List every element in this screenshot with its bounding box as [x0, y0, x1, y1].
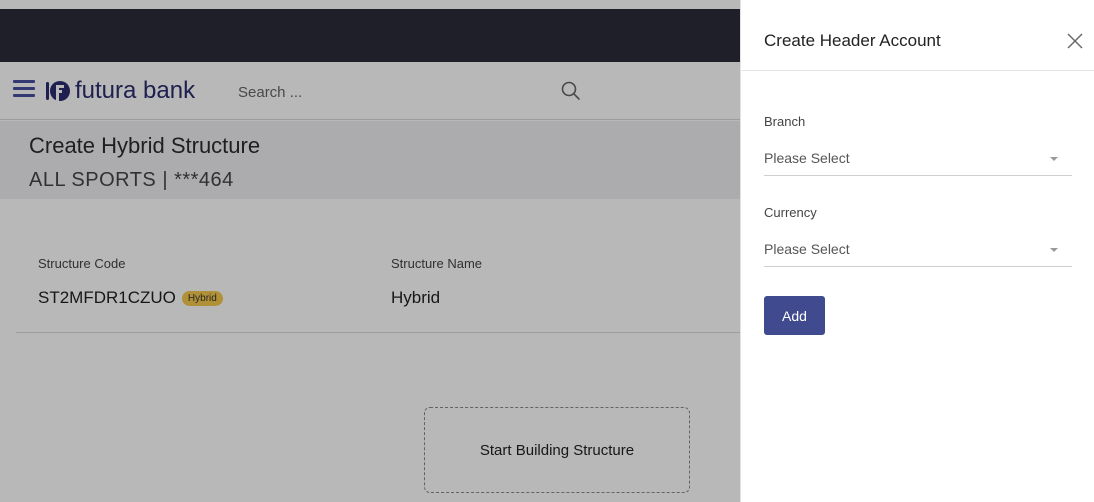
- currency-select[interactable]: Please Select: [764, 235, 1072, 267]
- branch-select[interactable]: Please Select: [764, 144, 1072, 176]
- branch-label: Branch: [764, 114, 806, 129]
- background-page: futura bank Create Hybrid Structure ALL …: [0, 0, 740, 502]
- branch-select-value: Please Select: [764, 150, 850, 166]
- panel-divider: [741, 70, 1094, 71]
- caret-down-icon: [1050, 248, 1058, 252]
- caret-down-icon: [1050, 157, 1058, 161]
- currency-label: Currency: [764, 205, 817, 220]
- add-button[interactable]: Add: [764, 296, 825, 335]
- currency-select-value: Please Select: [764, 241, 850, 257]
- panel-title: Create Header Account: [764, 31, 941, 50]
- modal-overlay[interactable]: [0, 0, 740, 502]
- close-icon[interactable]: [1065, 31, 1085, 51]
- create-header-account-panel: Create Header Account Branch Please Sele…: [740, 0, 1094, 502]
